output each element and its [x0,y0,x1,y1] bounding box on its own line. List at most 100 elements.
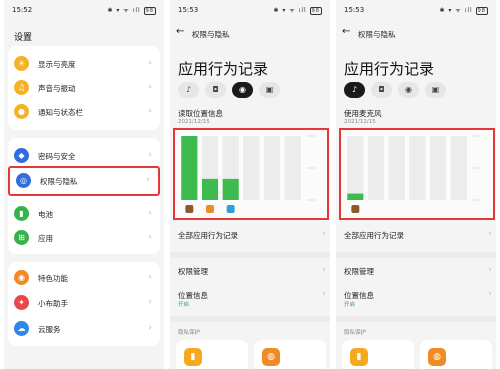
panel-divider [331,0,333,369]
chevron-right-icon: › [148,82,152,92]
settings-group-security: ◆ 密码与安全 › ▮ 电池 › ⊞ 应用 › [8,138,160,254]
section-divider [170,316,330,322]
privacy-card[interactable]: ◍ [254,340,326,369]
chevron-right-icon: › [148,150,152,160]
settings-item-label: 权限与隐私 [40,177,78,186]
contacts-icon[interactable]: ▣ [259,82,280,98]
settings-item-label: 云服务 [38,325,61,334]
chevron-right-icon: › [488,289,492,299]
settings-item-apps[interactable]: ⊞ 应用 › [8,226,160,250]
permission-management-link[interactable]: 权限管理 › [178,265,326,280]
chevron-right-icon: › [148,323,152,333]
bar-track [450,136,467,200]
settings-item-notification[interactable]: ● 通知与状态栏 › [8,100,160,124]
chevron-right-icon: › [148,272,152,282]
location-status: 开启 [344,302,356,308]
settings-item-label: 电池 [38,210,53,219]
bell-icon: ♫ [14,80,29,95]
settings-item-label: 显示与亮度 [38,60,76,69]
app-behavior-screen-location: 15:53 ✱ ▾ ᯤ ıll 98 ← 权限与隐私 应用行为记录 ♪ ◘ ◉ … [170,0,330,369]
chart-svg [181,135,315,213]
bar-track [429,136,447,200]
brightness-icon: ☀ [14,56,29,71]
record-date: 2021/12/15 [178,119,210,125]
app-behavior-screen-microphone: 15:53 ✱ ▾ ᯤ ıll 98 ← 权限与隐私 应用行为记录 ♪ ◘ ◉ … [336,0,496,369]
location-icon[interactable]: ◉ [398,82,419,98]
location-icon[interactable]: ◉ [232,82,253,98]
settings-item-security[interactable]: ◆ 密码与安全 › [8,144,160,168]
chevron-right-icon: › [148,106,152,116]
notification-icon: ● [14,104,29,119]
chevron-right-icon: › [322,229,326,239]
chevron-right-icon: › [148,58,152,68]
panel-divider [165,0,167,369]
bar [201,178,219,200]
camera-icon[interactable]: ◘ [205,82,226,98]
status-bar: 15:53 ✱ ▾ ᯤ ıll 98 [178,6,322,18]
section-divider [170,252,330,258]
camera-icon[interactable]: ◘ [371,82,392,98]
settings-item-assistant[interactable]: ✦ 小布助手 › [8,291,160,315]
page-title: 应用行为记录 [178,60,269,78]
privacy-card-icon: ▮ [184,348,202,366]
settings-item-features[interactable]: ◉ 特色功能 › [8,266,160,290]
bar-track [284,136,301,200]
status-icons: ✱ ▾ ᯤ ıll 98 [439,6,488,15]
settings-group-display: ☀ 显示与亮度 › ♫ 声音与振动 › ● 通知与状态栏 › [8,46,160,130]
section-label: 使用麦克风 [344,109,382,118]
status-bar: 15:53 ✱ ▾ ᯤ ıll 98 [344,6,488,18]
chevron-right-icon: › [148,208,152,218]
all-records-label: 全部应用行为记录 [344,231,404,240]
privacy-caption: 隐私保护 [178,330,201,336]
privacy-card[interactable]: ▮ [176,340,248,369]
permission-management-link[interactable]: 权限管理 › [344,265,492,280]
location-info-link[interactable]: 位置信息 开启 › [344,289,492,308]
bar-track [367,136,385,200]
settings-item-display[interactable]: ☀ 显示与亮度 › [8,52,160,76]
location-info-link[interactable]: 位置信息 开启 › [178,289,326,308]
settings-item-label: 特色功能 [38,274,68,283]
settings-item-privacy[interactable]: ◎ 权限与隐私 › [8,166,160,196]
battery-level: 98 [143,7,156,15]
shield-icon: ◆ [14,148,29,163]
status-bar: 15:52 ✱ ▾ ᯤ ıll 98 [12,6,156,18]
nav-title: 权限与隐私 [358,30,396,39]
app-icon [351,205,360,213]
microphone-icon[interactable]: ♪ [178,82,199,98]
privacy-card[interactable]: ◍ [420,340,492,369]
settings-item-sound[interactable]: ♫ 声音与振动 › [8,76,160,100]
usage-chart-microphone [339,128,495,220]
settings-item-battery[interactable]: ▮ 电池 › [8,202,160,226]
contacts-icon[interactable]: ▣ [425,82,446,98]
chevron-right-icon: › [146,175,150,185]
settings-item-cloud[interactable]: ☁ 云服务 › [8,317,160,341]
privacy-card[interactable]: ▮ [342,340,414,369]
chevron-right-icon: › [322,265,326,275]
privacy-card-icon: ▮ [350,348,368,366]
settings-item-label: 密码与安全 [38,152,76,161]
usage-chart-location [173,128,329,220]
settings-item-label: 通知与状态栏 [38,108,83,117]
battery-level: 98 [475,7,488,15]
chevron-right-icon: › [322,289,326,299]
back-arrow-icon[interactable]: ← [176,26,184,37]
all-records-link[interactable]: 全部应用行为记录 › [178,229,326,244]
chevron-right-icon: › [148,297,152,307]
back-arrow-icon[interactable]: ← [342,26,350,37]
microphone-icon[interactable]: ♪ [344,82,365,98]
cloud-icon: ☁ [14,321,29,336]
permission-management-label: 权限管理 [344,267,374,276]
all-records-link[interactable]: 全部应用行为记录 › [344,229,492,244]
section-label: 读取位置信息 [178,109,223,118]
status-time: 15:53 [178,6,199,14]
chevron-right-icon: › [488,265,492,275]
privacy-card-icon: ◍ [428,348,446,366]
app-icon [185,205,194,213]
status-time: 15:53 [344,6,365,14]
bar-track [388,136,405,200]
settings-group-features: ◉ 特色功能 › ✦ 小布助手 › ☁ 云服务 › [8,262,160,346]
app-icon [226,205,235,213]
status-icons: ✱ ▾ ᯤ ıll 98 [273,6,322,15]
bar [181,136,198,200]
settings-item-label: 应用 [38,234,53,243]
